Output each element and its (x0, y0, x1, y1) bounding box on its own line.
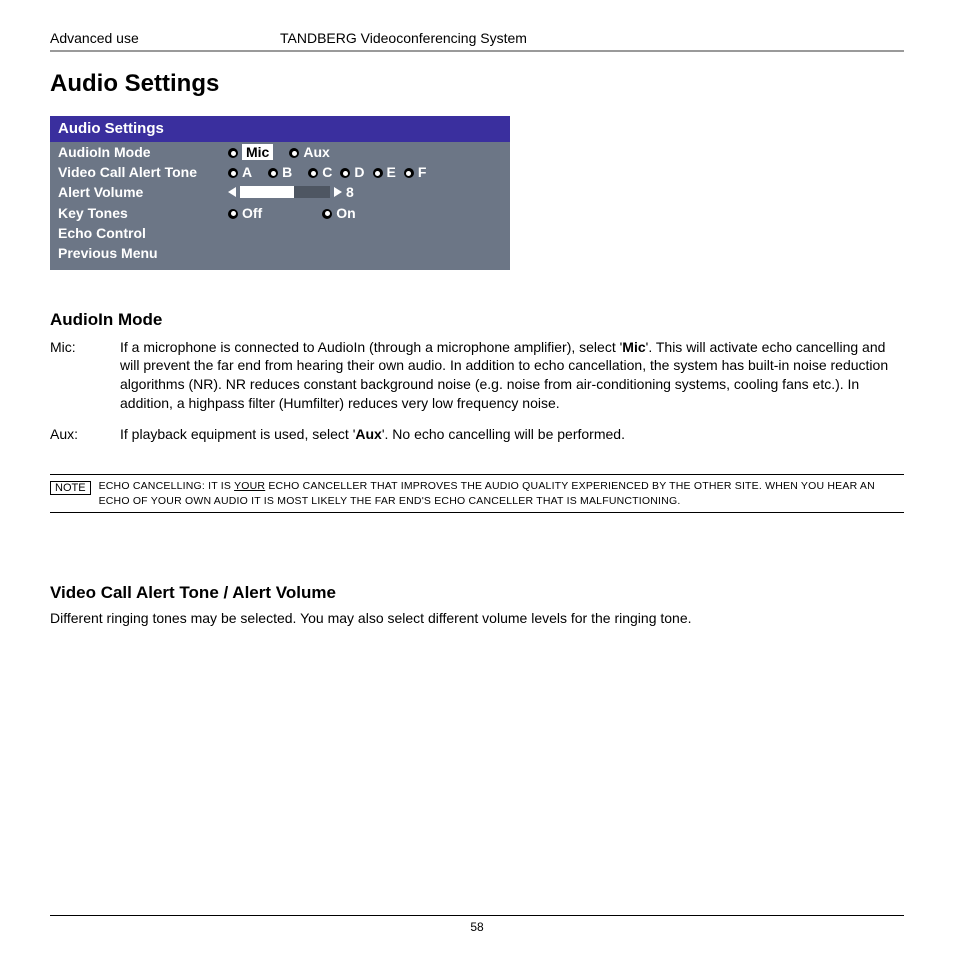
page-title: Audio Settings (50, 70, 904, 98)
row-previous-menu[interactable]: Previous Menu (50, 243, 510, 263)
radio-icon (340, 168, 350, 178)
option-f[interactable]: F (404, 162, 427, 182)
page-header: Advanced use TANDBERG Videoconferencing … (50, 30, 904, 46)
header-title: TANDBERG Videoconferencing System (280, 30, 904, 46)
option-c[interactable]: C (308, 162, 332, 182)
option-label: A (242, 164, 252, 180)
decrease-icon[interactable] (228, 187, 236, 197)
def-term: Mic: (50, 338, 120, 414)
option-e[interactable]: E (373, 162, 396, 182)
option-label: Mic (242, 144, 273, 160)
radio-icon (373, 168, 383, 178)
row-key-tones: Key Tones Off On (50, 203, 510, 223)
volume-slider[interactable] (240, 186, 330, 198)
radio-icon (322, 209, 332, 219)
option-off[interactable]: Off (228, 203, 262, 223)
note-label: NOTE (50, 481, 91, 495)
definition-mic: Mic: If a microphone is connected to Aud… (50, 338, 904, 414)
option-label: F (418, 164, 427, 180)
def-body: If a microphone is connected to AudioIn … (120, 338, 904, 414)
option-label: Off (242, 205, 262, 221)
radio-icon (289, 148, 299, 158)
option-b[interactable]: B (268, 162, 292, 182)
radio-icon (228, 148, 238, 158)
definition-aux: Aux: If playback equipment is used, sele… (50, 425, 904, 444)
radio-icon (308, 168, 318, 178)
option-on[interactable]: On (322, 203, 355, 223)
option-label: Aux (303, 144, 329, 160)
option-a[interactable]: A (228, 162, 252, 182)
radio-icon (404, 168, 414, 178)
row-audioin-mode: AudioIn Mode Mic Aux (50, 142, 510, 162)
row-label: Alert Volume (58, 182, 228, 202)
header-divider (50, 50, 904, 52)
note-body: Echo Cancelling: It is your echo cancell… (99, 479, 904, 508)
section-audioin-mode: AudioIn Mode (50, 310, 904, 330)
option-label: On (336, 205, 355, 221)
radio-icon (268, 168, 278, 178)
row-label: Video Call Alert Tone (58, 162, 228, 182)
option-mic[interactable]: Mic (228, 142, 273, 162)
volume-value: 8 (346, 182, 354, 202)
row-label: AudioIn Mode (58, 142, 228, 162)
page-number: 58 (50, 915, 904, 934)
section-alert-body: Different ringing tones may be selected.… (50, 609, 904, 628)
def-body: If playback equipment is used, select 'A… (120, 425, 904, 444)
header-section: Advanced use (50, 30, 280, 46)
panel-title: Audio Settings (50, 116, 510, 142)
option-label: B (282, 164, 292, 180)
settings-panel: Audio Settings AudioIn Mode Mic Aux Vide… (50, 116, 510, 270)
row-alert-tone: Video Call Alert Tone A B C D E F (50, 162, 510, 182)
increase-icon[interactable] (334, 187, 342, 197)
option-label: D (354, 164, 364, 180)
option-aux[interactable]: Aux (289, 142, 329, 162)
section-alert: Video Call Alert Tone / Alert Volume (50, 583, 904, 603)
row-label: Echo Control (58, 223, 228, 243)
def-term: Aux: (50, 425, 120, 444)
slider-fill (240, 186, 294, 198)
row-label: Previous Menu (58, 243, 228, 263)
option-label: E (387, 164, 396, 180)
note-block: NOTE Echo Cancelling: It is your echo ca… (50, 474, 904, 513)
row-alert-volume: Alert Volume 8 (50, 182, 510, 202)
option-d[interactable]: D (340, 162, 364, 182)
option-label: C (322, 164, 332, 180)
row-echo-control[interactable]: Echo Control (50, 223, 510, 243)
row-label: Key Tones (58, 203, 228, 223)
radio-icon (228, 209, 238, 219)
radio-icon (228, 168, 238, 178)
